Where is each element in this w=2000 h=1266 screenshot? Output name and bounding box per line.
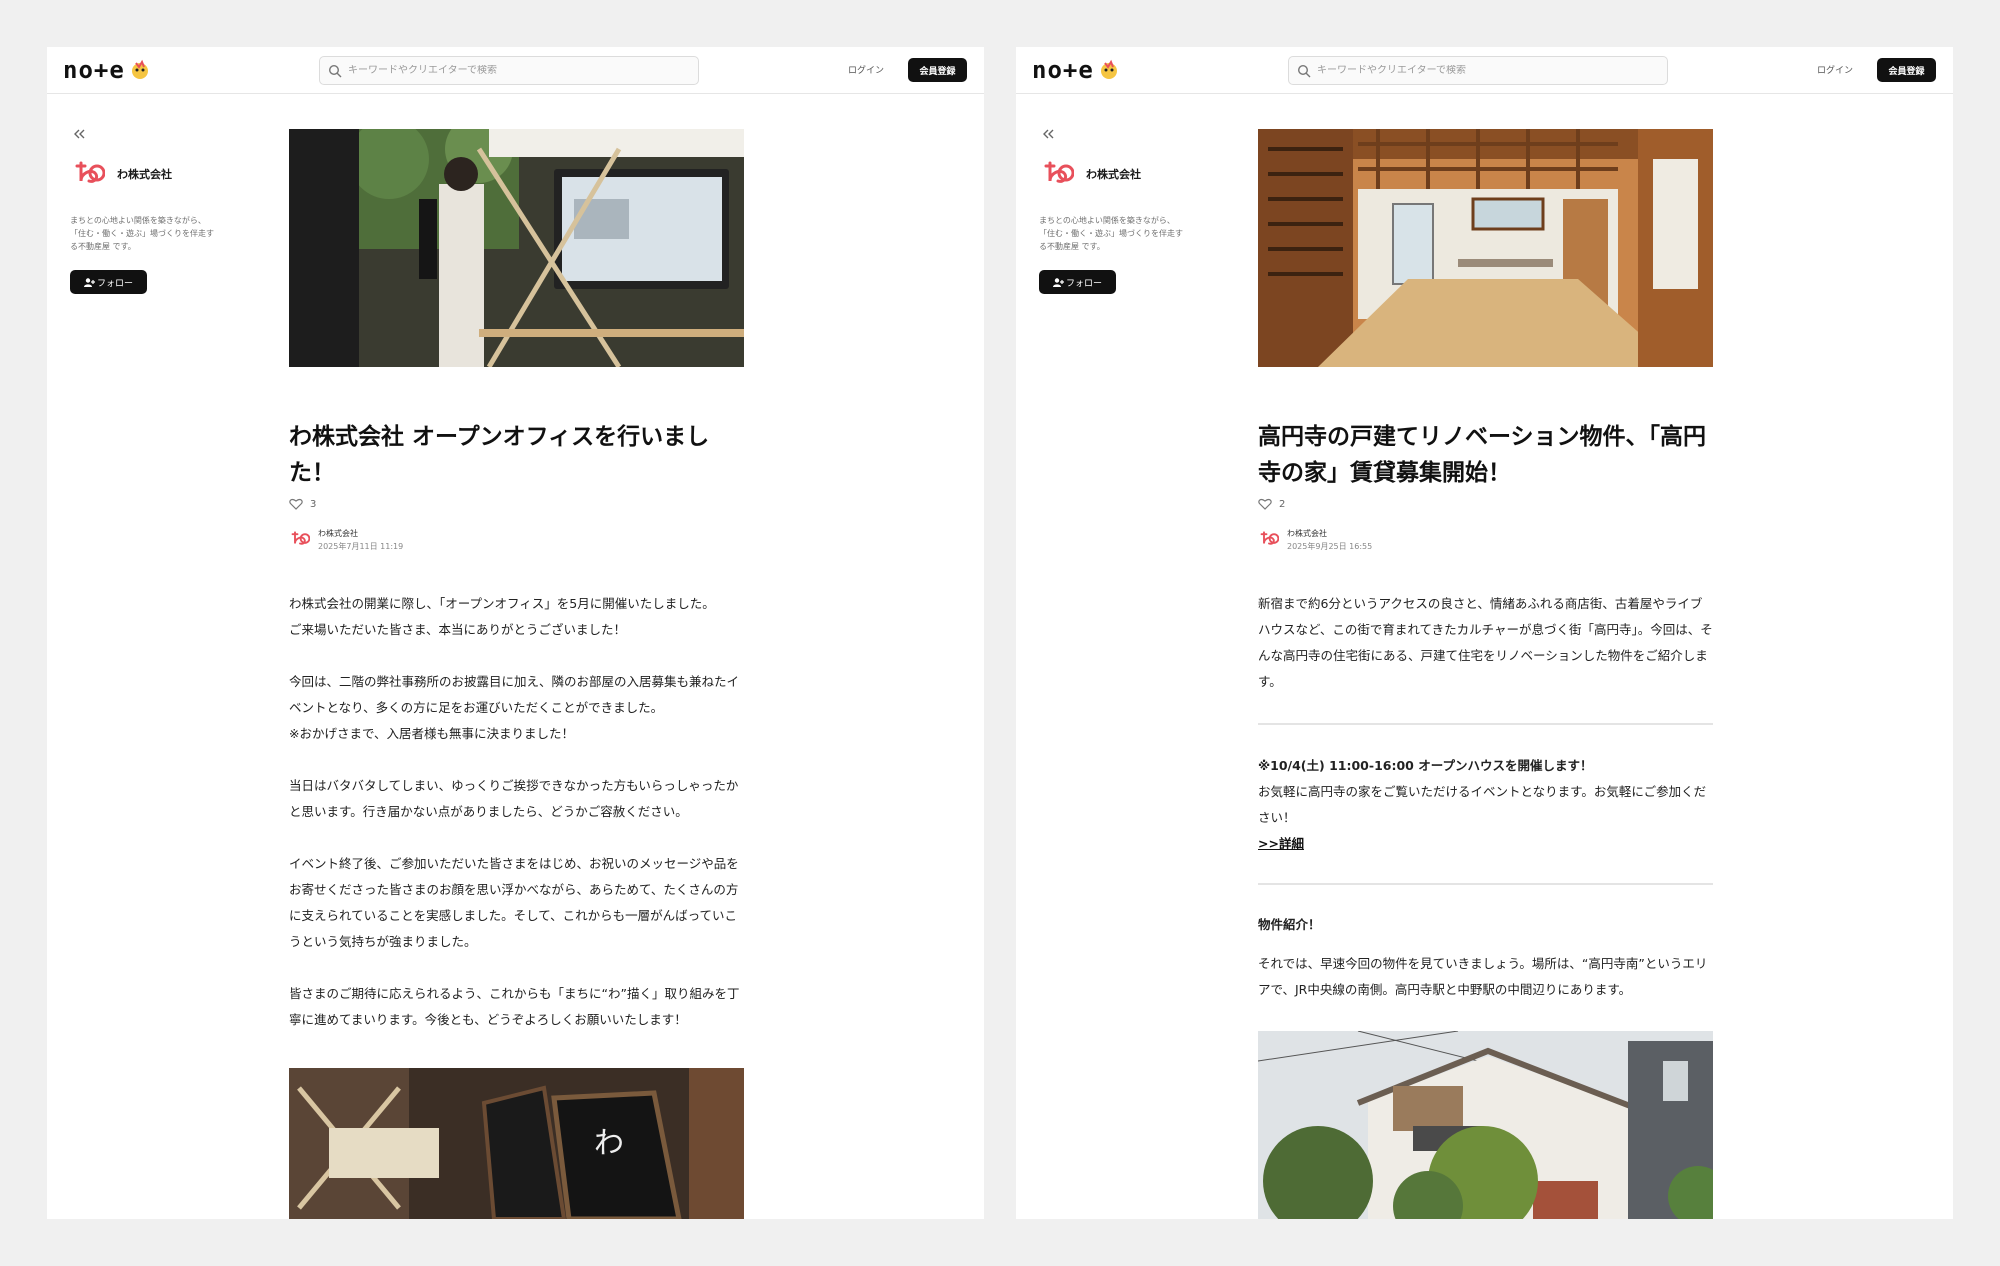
site-header: no+e ログイン 会員登録 xyxy=(1016,47,1953,94)
note-logo-text: no+e xyxy=(1032,56,1094,84)
section-heading: 物件紹介！ xyxy=(1258,917,1321,932)
like-count[interactable]: 3 xyxy=(289,498,316,510)
article-body: わ株式会社の開業に際し、「オープンオフィス」を5月に開催いたしました。 ご来場い… xyxy=(289,591,744,1059)
detail-link[interactable]: >>詳細 xyxy=(1258,836,1304,851)
openhouse-heading: ※10/4(土) 11:00-16:00 オープンハウスを開催します！ xyxy=(1258,758,1593,773)
browser-window-left: no+e ログイン 会員登録 わ株式会社 まちとの心地よい関係を築きながら、「住… xyxy=(47,47,984,1219)
publish-date: 2025年9月25日 16:55 xyxy=(1287,542,1373,551)
site-header: no+e ログイン 会員登録 xyxy=(47,47,984,94)
login-link[interactable]: ログイン xyxy=(848,63,884,76)
openhouse-text: お気軽に高円寺の家をご覧いただけるイベントとなります。お気軽にご参加ください！ xyxy=(1258,784,1707,825)
note-logo[interactable]: no+e xyxy=(1032,55,1120,85)
creator-logo[interactable] xyxy=(1042,161,1074,185)
svg-text:わ: わ xyxy=(594,1126,624,1161)
article-image-house-exterior xyxy=(1258,1031,1713,1219)
note-mascot-icon xyxy=(131,59,148,79)
search-input[interactable] xyxy=(348,65,688,76)
article-title: わ株式会社 オープンオフィスを行いました！ xyxy=(289,424,710,486)
follow-label: フォロー xyxy=(96,278,133,289)
note-logo-text: no+e xyxy=(63,56,125,84)
follow-label: フォロー xyxy=(1065,278,1102,289)
follow-user-icon xyxy=(1052,277,1064,287)
paragraph: 皆さまのご期待に応えられるよう、これからも「まちに“わ”描く」取り組みを丁寧に進… xyxy=(289,986,740,1027)
property-section: 物件紹介！ それでは、早速今回の物件を見ていきましょう。場所は、“高円寺南”とい… xyxy=(1258,912,1713,1029)
follow-button[interactable]: フォロー xyxy=(70,270,147,294)
hero-image-open-office xyxy=(289,129,744,367)
signup-button[interactable]: 会員登録 xyxy=(1877,58,1936,82)
login-link[interactable]: ログイン xyxy=(1817,63,1853,76)
note-logo[interactable]: no+e xyxy=(63,55,151,85)
section-divider xyxy=(1258,723,1713,725)
search-bar[interactable] xyxy=(319,56,699,85)
article-title: 高円寺の戸建てリノベーション物件、「高円寺の家」賃貸募集開始！ xyxy=(1258,424,1707,486)
creator-description: まちとの心地よい関係を築きながら、「住む・働く・遊ぶ」場づくりを伴走する不動産屋… xyxy=(1039,216,1183,251)
paragraph: 当日はバタバタしてしまい、ゆっくりご挨拶できなかった方もいらっしゃったかと思いま… xyxy=(289,778,739,819)
note-mascot-icon xyxy=(1100,59,1117,79)
heart-icon[interactable] xyxy=(289,498,303,510)
signup-button[interactable]: 会員登録 xyxy=(908,58,967,82)
search-icon xyxy=(328,64,342,77)
author-avatar[interactable] xyxy=(1259,531,1279,546)
paragraph: 今回は、二階の弊社事務所のお披露目に加え、隣のお部屋の入居募集も兼ねたイベントと… xyxy=(289,674,740,741)
like-count[interactable]: 2 xyxy=(1258,498,1285,510)
creator-name[interactable]: わ株式会社 xyxy=(1086,166,1141,182)
section-divider xyxy=(1258,883,1713,885)
creator-name[interactable]: わ株式会社 xyxy=(117,166,172,182)
creator-logo[interactable] xyxy=(73,161,105,185)
search-bar[interactable] xyxy=(1288,56,1668,85)
article-intro: 新宿まで約6分というアクセスの良さと、情緒あふれる商店街、古着屋やライブハウスな… xyxy=(1258,591,1713,721)
follow-user-icon xyxy=(83,277,95,287)
collapse-icon[interactable] xyxy=(71,127,87,141)
like-count-value: 3 xyxy=(310,498,317,510)
paragraph: わ株式会社の開業に際し、「オープンオフィス」を5月に開催いたしました。 ご来場い… xyxy=(289,596,715,637)
author-name[interactable]: わ株式会社 xyxy=(1287,528,1327,539)
openhouse-section: ※10/4(土) 11:00-16:00 オープンハウスを開催します！ お気軽に… xyxy=(1258,753,1713,857)
browser-window-right: no+e ログイン 会員登録 わ株式会社 まちとの心地よい関係を築きながら、「住… xyxy=(1016,47,1953,1219)
author-name[interactable]: わ株式会社 xyxy=(318,528,358,539)
publish-date: 2025年7月11日 11:19 xyxy=(318,542,404,551)
author-avatar[interactable] xyxy=(290,531,310,546)
creator-description: まちとの心地よい関係を築きながら、「住む・働く・遊ぶ」場づくりを伴走する不動産屋… xyxy=(70,216,214,251)
collapse-icon[interactable] xyxy=(1040,127,1056,141)
follow-button[interactable]: フォロー xyxy=(1039,270,1116,294)
paragraph: 新宿まで約6分というアクセスの良さと、情緒あふれる商店街、古着屋やライブハウスな… xyxy=(1258,596,1713,689)
article-image-signboard: わ xyxy=(289,1068,744,1219)
like-count-value: 2 xyxy=(1279,498,1286,510)
heart-icon[interactable] xyxy=(1258,498,1272,510)
search-icon xyxy=(1297,64,1311,77)
paragraph: それでは、早速今回の物件を見ていきましょう。場所は、“高円寺南”というエリアで、… xyxy=(1258,956,1708,997)
paragraph: イベント終了後、ご参加いただいた皆さまをはじめ、お祝いのメッセージや品をお寄せく… xyxy=(289,856,739,949)
hero-image-interior xyxy=(1258,129,1713,367)
search-input[interactable] xyxy=(1317,65,1657,76)
